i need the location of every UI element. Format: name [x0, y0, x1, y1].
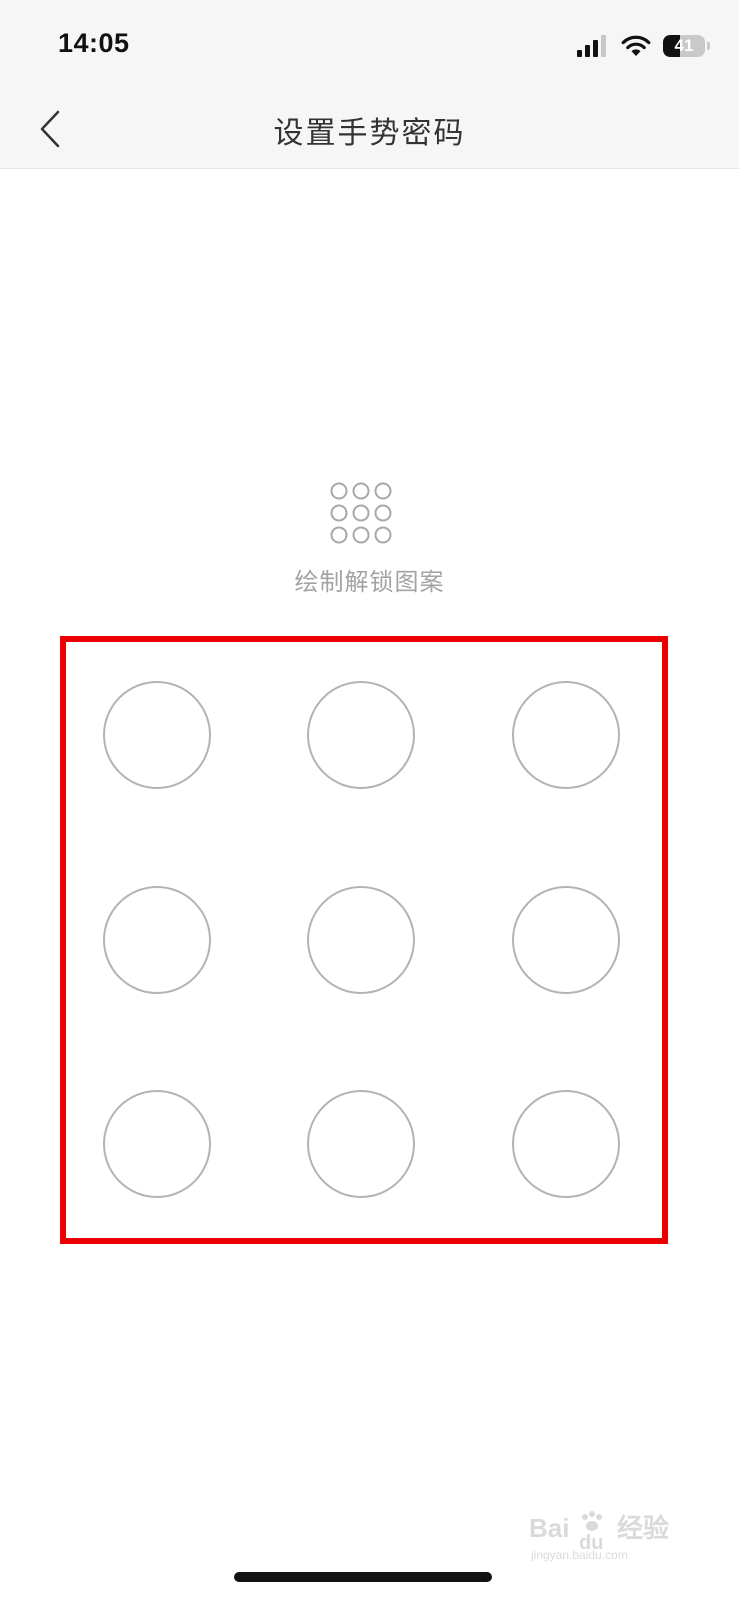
- nav-bar: 设置手势密码: [0, 88, 739, 169]
- baidu-jingyan-watermark: Bai du 经验 jingyan.baidu.com: [529, 1505, 699, 1570]
- pattern-dot-7[interactable]: [103, 1090, 211, 1198]
- pattern-dot-1[interactable]: [103, 681, 211, 789]
- pattern-dot-8[interactable]: [307, 1090, 415, 1198]
- battery-level: 41: [674, 36, 694, 55]
- pattern-dot-6[interactable]: [512, 886, 620, 994]
- page-title: 设置手势密码: [273, 116, 466, 151]
- battery-body: 41: [663, 35, 705, 57]
- svg-text:jingyan.baidu.com: jingyan.baidu.com: [530, 1548, 628, 1562]
- pattern-dot-5[interactable]: [307, 886, 415, 994]
- instruction-text: 绘制解锁图案: [294, 569, 445, 596]
- battery-tip: [707, 42, 710, 50]
- pattern-dot-4[interactable]: [103, 886, 211, 994]
- home-indicator: [234, 1572, 492, 1582]
- pattern-grid-icon: [329, 482, 393, 546]
- status-bar: 14:05 41: [0, 0, 739, 88]
- pattern-dot-9[interactable]: [512, 1090, 620, 1198]
- status-icons: 41: [577, 32, 711, 60]
- pattern-dot-3[interactable]: [512, 681, 620, 789]
- status-time: 14:05: [58, 28, 130, 58]
- pattern-area-highlight: [60, 636, 668, 1244]
- svg-text:经验: 经验: [617, 1513, 669, 1543]
- pattern-dot-2[interactable]: [307, 681, 415, 789]
- battery-icon: 41: [663, 34, 711, 58]
- wifi-icon: [621, 35, 651, 57]
- signal-icon: [577, 35, 609, 57]
- svg-text:Bai: Bai: [529, 1513, 569, 1543]
